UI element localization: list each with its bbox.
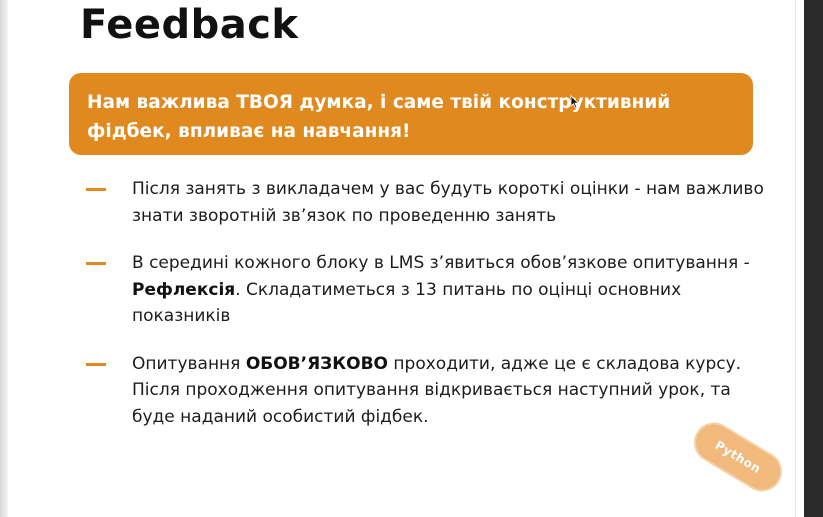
badge-label: Python (712, 437, 764, 477)
mouse-pointer-icon (570, 95, 580, 109)
slide-right-divider (795, 0, 796, 517)
bullet-text: В середині кожного блоку в LMS з’явиться… (132, 253, 750, 326)
side-scroll-panel[interactable] (804, 0, 823, 517)
bullet-list: Після занять з викладачем у вас будуть к… (86, 176, 776, 451)
bullet-text: Опитування ОБОВ’ЯЗКОВО проходити, адже ц… (132, 353, 742, 427)
slide-left-edge (0, 0, 8, 517)
bullet-item: Після занять з викладачем у вас будуть к… (86, 176, 776, 229)
bullet-text: Після занять з викладачем у вас будуть к… (132, 179, 764, 226)
bullet-item: Опитування ОБОВ’ЯЗКОВО проходити, адже ц… (86, 351, 776, 431)
highlight-banner: Нам важлива ТВОЯ думка, і саме твій конс… (69, 73, 753, 155)
dash-bullet-icon (86, 262, 106, 265)
dash-bullet-icon (86, 362, 106, 366)
slide-title: Feedback (80, 2, 299, 48)
dash-bullet-icon (86, 188, 106, 191)
bullet-item: В середині кожного блоку в LMS з’явиться… (86, 250, 776, 330)
banner-text: Нам важлива ТВОЯ думка, і саме твій конс… (87, 92, 671, 142)
